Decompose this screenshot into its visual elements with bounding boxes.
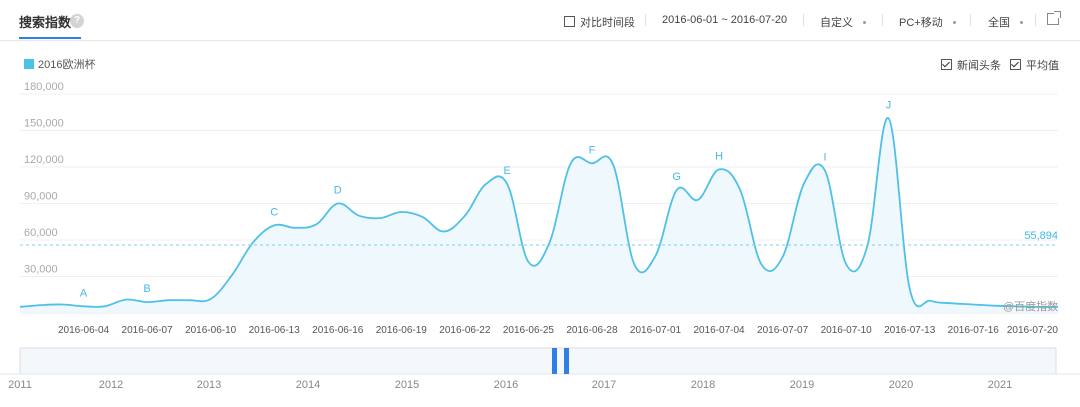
x-tick-label: 2016-06-04	[58, 325, 110, 336]
news-marker-d[interactable]: D	[334, 185, 342, 197]
news-marker-h[interactable]: H	[715, 150, 723, 162]
news-marker-c[interactable]: C	[270, 206, 278, 218]
x-tick-label: 2016-07-16	[948, 325, 1000, 336]
timeline-year-label: 2012	[99, 379, 123, 391]
news-marker-i[interactable]: I	[823, 152, 826, 164]
x-tick-label: 2016-06-07	[122, 325, 174, 336]
timeline-year-label: 2016	[494, 379, 518, 391]
news-marker-g[interactable]: G	[672, 171, 681, 183]
x-tick-label: 2016-06-22	[439, 325, 491, 336]
news-marker-f[interactable]: F	[589, 144, 596, 156]
timeline-handle-left[interactable]	[552, 348, 557, 374]
timeline-handle-right[interactable]	[564, 348, 569, 374]
timeline-year-label: 2015	[395, 379, 419, 391]
y-tick-label: 90,000	[24, 191, 58, 203]
x-tick-label: 2016-07-20	[1007, 325, 1059, 336]
y-tick-label: 30,000	[24, 264, 58, 276]
news-marker-j[interactable]: J	[886, 99, 892, 111]
y-tick-label: 150,000	[24, 118, 64, 130]
news-marker-b[interactable]: B	[143, 283, 150, 295]
watermark: @百度指数	[1003, 299, 1058, 313]
x-tick-label: 2016-07-13	[884, 325, 936, 336]
y-tick-label: 60,000	[24, 227, 58, 239]
timeline-year-label: 2011	[8, 379, 32, 391]
average-value-label: 55,894	[1024, 230, 1058, 242]
news-marker-a[interactable]: A	[80, 287, 88, 299]
timeline-year-label: 2013	[197, 379, 221, 391]
y-tick-label: 120,000	[24, 154, 64, 166]
trend-chart[interactable]: 30,000 60,000 90,000 120,000 150,000 180,000 2…	[0, 0, 1080, 407]
x-tick-label: 2016-06-16	[312, 325, 364, 336]
timeline-year-label: 2014	[296, 379, 320, 391]
x-tick-label: 2016-06-28	[566, 325, 618, 336]
x-tick-label: 2016-06-19	[376, 325, 428, 336]
timeline-navigator[interactable]	[19, 347, 1057, 375]
timeline-year-label: 2021	[988, 379, 1012, 391]
series-area-fill	[20, 117, 1058, 313]
x-tick-label: 2016-07-04	[693, 325, 745, 336]
x-tick-label: 2016-07-07	[757, 325, 809, 336]
x-tick-label: 2016-07-01	[630, 325, 682, 336]
x-tick-label: 2016-06-10	[185, 325, 237, 336]
timeline-year-label: 2018	[691, 379, 715, 391]
timeline-year-label: 2019	[790, 379, 814, 391]
x-tick-label: 2016-06-25	[503, 325, 555, 336]
x-tick-label: 2016-07-10	[821, 325, 873, 336]
news-marker-e[interactable]: E	[504, 165, 511, 177]
y-tick-label: 180,000	[24, 81, 64, 93]
timeline-year-label: 2017	[592, 379, 616, 391]
timeline-year-label: 2020	[889, 379, 913, 391]
x-tick-label: 2016-06-13	[249, 325, 301, 336]
